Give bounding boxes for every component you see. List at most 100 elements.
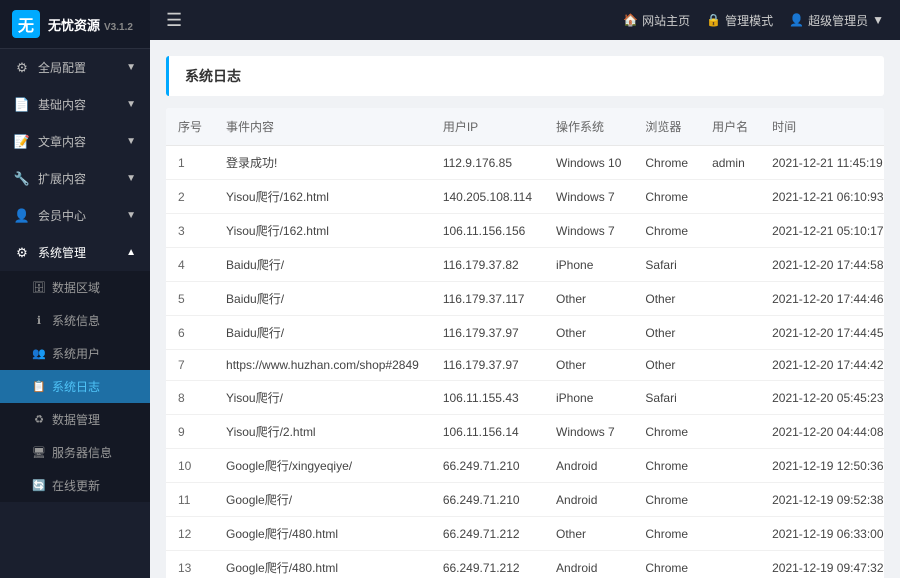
table-row: 6Baidu爬行/116.179.37.97OtherOther2021-12-… [166, 316, 884, 350]
sidebar-item-sysinfo[interactable]: ℹ 系统信息 [0, 304, 150, 337]
table-row: 8Yisou爬行/106.11.155.43iPhoneSafari2021-1… [166, 381, 884, 415]
table-cell: Other [633, 316, 700, 350]
table-row: 11Google爬行/66.249.71.210AndroidChrome202… [166, 483, 884, 517]
table-cell: 106.11.156.156 [431, 214, 544, 248]
sidebar-item-sysuser[interactable]: 👥 系统用户 [0, 337, 150, 370]
col-user: 用户名 [700, 108, 760, 146]
table-cell [700, 350, 760, 381]
col-ip: 用户IP [431, 108, 544, 146]
table-cell: Baidu爬行/ [214, 248, 431, 282]
sidebar-item-db[interactable]: 🗄 数据区域 [0, 271, 150, 304]
table-cell: 116.179.37.97 [431, 350, 544, 381]
sidebar-menu: ⚙ 全局配置 ▼ 📄 基础内容 ▼ 📝 文章内容 ▼ 🔧 扩展内容 ▼ 👤 会员… [0, 49, 150, 578]
sidebar-item-member[interactable]: 👤 会员中心 ▼ [0, 197, 150, 234]
table-cell: 106.11.156.14 [431, 415, 544, 449]
table-cell [700, 180, 760, 214]
table-cell [700, 214, 760, 248]
table-cell: Other [544, 350, 633, 381]
system-icon: ⚙ [14, 245, 30, 261]
table-cell [700, 248, 760, 282]
table-cell: Yisou爬行/2.html [214, 415, 431, 449]
table-cell: Chrome [633, 415, 700, 449]
col-os: 操作系统 [544, 108, 633, 146]
table-cell: 7 [166, 350, 214, 381]
table-header-row: 序号 事件内容 用户IP 操作系统 浏览器 用户名 时间 [166, 108, 884, 146]
table-row: 10Google爬行/xingyeqiye/66.249.71.210Andro… [166, 449, 884, 483]
table-cell: 9 [166, 415, 214, 449]
table-cell: Google爬行/xingyeqiye/ [214, 449, 431, 483]
top-header: ☰ 🏠 网站主页 🔒 管理模式 👤 超级管理员 ▼ [150, 0, 900, 40]
sidebar-item-extend[interactable]: 🔧 扩展内容 ▼ [0, 160, 150, 197]
sidebar-item-system[interactable]: ⚙ 系统管理 ▲ [0, 234, 150, 271]
nav-home[interactable]: 🏠 网站主页 [623, 12, 690, 29]
table-cell [700, 551, 760, 578]
table-cell: Windows 7 [544, 415, 633, 449]
update-icon: 🔄 [32, 479, 46, 493]
extend-icon: 🔧 [14, 171, 30, 187]
table-cell: Chrome [633, 517, 700, 551]
sidebar-item-global[interactable]: ⚙ 全局配置 ▼ [0, 49, 150, 86]
sidebar-item-basic[interactable]: 📄 基础内容 ▼ [0, 86, 150, 123]
sidebar-item-recycle[interactable]: ♻ 数据管理 [0, 403, 150, 436]
table-cell: Other [633, 350, 700, 381]
table-cell: 6 [166, 316, 214, 350]
table-cell [700, 415, 760, 449]
basic-icon: 📄 [14, 97, 30, 113]
page-title: 系统日志 [185, 68, 241, 84]
main-area: ☰ 🏠 网站主页 🔒 管理模式 👤 超级管理员 ▼ 系统日志 [150, 0, 900, 578]
sidebar: 无 无忧资源V3.1.2 ⚙ 全局配置 ▼ 📄 基础内容 ▼ 📝 文章内容 ▼ … [0, 0, 150, 578]
table-cell: admin [700, 146, 760, 180]
col-event: 事件内容 [214, 108, 431, 146]
sidebar-item-update[interactable]: 🔄 在线更新 [0, 469, 150, 502]
table-cell: Google爬行/ [214, 483, 431, 517]
table-cell: 2021-12-19 09:47:32 [760, 551, 884, 578]
table-cell: 2021-12-19 06:33:00 [760, 517, 884, 551]
table-cell: Other [633, 282, 700, 316]
sidebar-item-server[interactable]: 🖥 服务器信息 [0, 436, 150, 469]
table-cell: https://www.huzhan.com/shop#2849 [214, 350, 431, 381]
table-cell [700, 483, 760, 517]
page-title-bar: 系统日志 [166, 56, 884, 96]
db-icon: 🗄 [32, 281, 46, 295]
table-cell: Yisou爬行/ [214, 381, 431, 415]
hamburger-button[interactable]: ☰ [166, 10, 182, 31]
table-cell: Chrome [633, 180, 700, 214]
system-submenu: 🗄 数据区域 ℹ 系统信息 👥 系统用户 📋 系统日志 ♻ 数据管理 🖥 服 [0, 271, 150, 502]
table-cell: 66.249.71.212 [431, 551, 544, 578]
logo-text: 无忧资源V3.1.2 [48, 15, 133, 34]
col-time: 时间 [760, 108, 884, 146]
table-cell [700, 517, 760, 551]
table-cell: 登录成功! [214, 146, 431, 180]
nav-manager[interactable]: 🔒 管理模式 [706, 12, 773, 29]
table-cell: Chrome [633, 146, 700, 180]
table-cell: Yisou爬行/162.html [214, 214, 431, 248]
table-cell: Safari [633, 381, 700, 415]
table-cell: Chrome [633, 483, 700, 517]
table-cell: 116.179.37.117 [431, 282, 544, 316]
sidebar-item-syslog[interactable]: 📋 系统日志 [0, 370, 150, 403]
table-cell: Android [544, 483, 633, 517]
table-cell: Baidu爬行/ [214, 282, 431, 316]
nav-user[interactable]: 👤 超级管理员 ▼ [789, 12, 884, 29]
table-cell: 3 [166, 214, 214, 248]
sysuser-icon: 👥 [32, 347, 46, 361]
sidebar-item-article[interactable]: 📝 文章内容 ▼ [0, 123, 150, 160]
dropdown-arrow-icon: ▼ [872, 13, 884, 27]
logo: 无 无忧资源V3.1.2 [0, 0, 150, 49]
table-cell: Chrome [633, 214, 700, 248]
recycle-icon: ♻ [32, 413, 46, 427]
table-cell: 13 [166, 551, 214, 578]
table-cell: 10 [166, 449, 214, 483]
table-cell: Windows 7 [544, 180, 633, 214]
table-row: 7https://www.huzhan.com/shop#2849116.179… [166, 350, 884, 381]
table-cell [700, 449, 760, 483]
table-cell: Android [544, 551, 633, 578]
table-cell [700, 381, 760, 415]
syslog-icon: 📋 [32, 380, 46, 394]
table-cell [700, 282, 760, 316]
table-cell: Other [544, 282, 633, 316]
table-row: 1登录成功!112.9.176.85Windows 10Chromeadmin2… [166, 146, 884, 180]
table-cell: 2021-12-21 06:10:93 [760, 180, 884, 214]
table-row: 5Baidu爬行/116.179.37.117OtherOther2021-12… [166, 282, 884, 316]
sysinfo-icon: ℹ [32, 314, 46, 328]
